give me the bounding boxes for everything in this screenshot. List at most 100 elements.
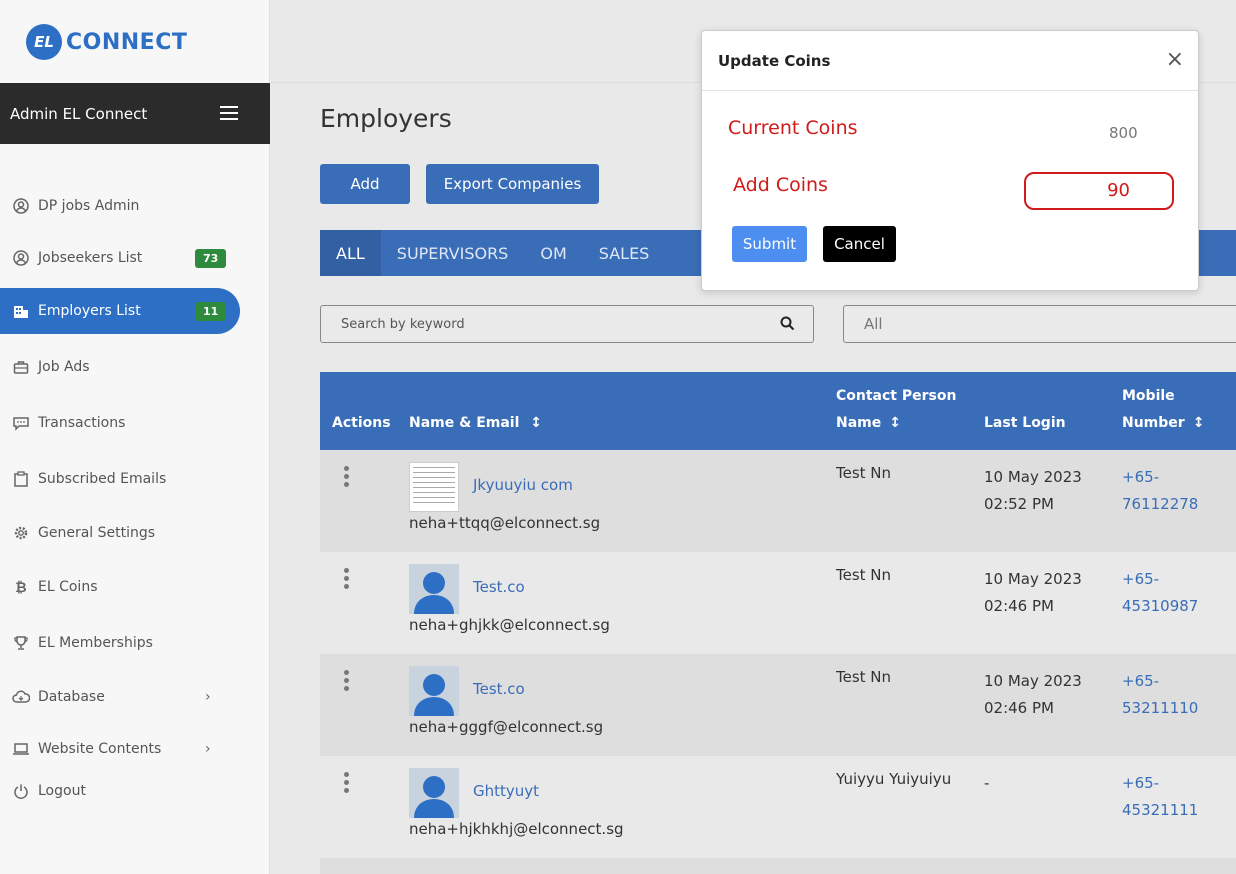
add-coins-label: Add Coins xyxy=(733,174,828,196)
table-row: Test.co neha+gggf@elconnect.sg Test Nn 1… xyxy=(320,654,1236,756)
sidebar-item-el-coins[interactable]: ₿ EL Coins xyxy=(0,564,240,610)
sidebar-item-label: Transactions xyxy=(38,415,126,431)
sidebar-item-label: Subscribed Emails xyxy=(38,471,167,487)
sidebar-item-jobseekers-list[interactable]: Jobseekers List 73 xyxy=(0,235,240,281)
search-input[interactable]: Search by keyword xyxy=(320,305,814,343)
header-name-email[interactable]: Name & Email ↕ xyxy=(409,410,542,437)
search-icon[interactable] xyxy=(780,316,795,331)
header-last-login: Last Login xyxy=(984,415,1066,431)
sidebar-item-label: Jobseekers List xyxy=(38,250,143,266)
admin-title: Admin EL Connect xyxy=(10,104,148,123)
sidebar-item-el-memberships[interactable]: EL Memberships xyxy=(0,620,240,666)
company-logo xyxy=(409,462,459,512)
filter-value: All xyxy=(864,315,883,333)
cancel-button[interactable]: Cancel xyxy=(823,226,896,262)
avatar xyxy=(409,666,459,716)
mobile-number-link[interactable]: +65- 76112278 xyxy=(1122,464,1198,518)
tab-om[interactable]: OM xyxy=(524,230,582,276)
close-icon[interactable]: × xyxy=(1166,49,1184,71)
table-row xyxy=(320,858,1236,874)
company-name-link[interactable]: Test.co xyxy=(473,680,525,698)
submit-button[interactable]: Submit xyxy=(732,226,807,262)
tab-supervisors[interactable]: SUPERVISORS xyxy=(381,230,525,276)
company-name-link[interactable]: Jkyuuyiu com xyxy=(473,476,573,494)
building-icon xyxy=(11,301,31,321)
user-circle-icon xyxy=(11,248,31,268)
filter-select[interactable]: All xyxy=(843,305,1236,343)
avatar xyxy=(409,564,459,614)
sidebar-item-logout[interactable]: Logout xyxy=(0,768,240,814)
laptop-icon xyxy=(11,739,31,759)
mobile-number-link[interactable]: +65- 45310987 xyxy=(1122,566,1198,620)
last-login: 10 May 2023 02:46 PM xyxy=(984,570,1082,615)
sidebar-item-employers-list[interactable]: Employers List 11 xyxy=(0,288,240,334)
tab-sales[interactable]: SALES xyxy=(583,230,666,276)
sidebar-item-label: EL Coins xyxy=(38,579,98,595)
company-email: neha+gggf@elconnect.sg xyxy=(409,718,604,736)
last-login: - xyxy=(984,774,990,792)
table-row: Test.co neha+ghjkk@elconnect.sg Test Nn … xyxy=(320,552,1236,654)
add-coins-input[interactable]: 90 xyxy=(1024,172,1174,210)
sidebar-item-label: Employers List xyxy=(38,303,141,319)
gear-icon xyxy=(11,523,31,543)
cloud-icon xyxy=(11,687,31,707)
header-contact-person[interactable]: Contact Person Name ↕ xyxy=(836,383,956,437)
update-coins-modal: Update Coins × Current Coins 800 Add Coi… xyxy=(701,30,1199,291)
tab-all[interactable]: ALL xyxy=(320,230,381,276)
trophy-icon xyxy=(11,633,31,653)
sidebar-item-transactions[interactable]: Transactions xyxy=(0,400,240,446)
power-icon xyxy=(11,781,31,801)
count-badge: 73 xyxy=(195,248,227,268)
table-row: Jkyuuyiu com neha+ttqq@elconnect.sg Test… xyxy=(320,450,1236,552)
sidebar-item-label: Job Ads xyxy=(38,359,90,375)
modal-title: Update Coins xyxy=(702,31,1198,91)
contact-person: Yuiyyu Yuiyuiyu xyxy=(836,770,952,788)
row-actions-menu-icon[interactable] xyxy=(344,568,350,592)
sidebar-item-subscribed-emails[interactable]: Subscribed Emails xyxy=(0,456,240,502)
sidebar-item-website-contents[interactable]: Website Contents › xyxy=(0,726,240,772)
logo-text: CONNECT xyxy=(66,29,188,55)
add-button[interactable]: Add xyxy=(320,164,410,204)
sidebar-item-label: Website Contents xyxy=(38,741,162,757)
row-actions-menu-icon[interactable] xyxy=(344,466,350,490)
sort-icon[interactable]: ↕ xyxy=(1193,415,1205,431)
sidebar-item-database[interactable]: Database › xyxy=(0,674,240,720)
contact-person: Test Nn xyxy=(836,566,892,584)
chevron-right-icon: › xyxy=(205,689,211,705)
avatar xyxy=(409,768,459,818)
company-name-link[interactable]: Ghttyuyt xyxy=(473,782,539,800)
page-title: Employers xyxy=(320,104,452,133)
brand-logo[interactable]: EL CONNECT xyxy=(26,24,187,60)
clipboard-icon xyxy=(11,469,31,489)
row-actions-menu-icon[interactable] xyxy=(344,670,350,694)
user-circle-icon xyxy=(11,196,31,216)
last-login: 10 May 2023 02:46 PM xyxy=(984,672,1082,717)
mobile-number-link[interactable]: +65- 53211110 xyxy=(1122,668,1198,722)
sidebar-item-label: General Settings xyxy=(38,525,156,541)
search-placeholder: Search by keyword xyxy=(341,316,465,332)
sidebar-item-job-ads[interactable]: Job Ads xyxy=(0,344,240,390)
header-mobile-number[interactable]: Mobile Number ↕ xyxy=(1122,383,1204,437)
company-email: neha+hjkhkhj@elconnect.sg xyxy=(409,820,624,838)
export-companies-button[interactable]: Export Companies xyxy=(426,164,599,204)
mobile-number-link[interactable]: +65- 45321111 xyxy=(1122,770,1198,824)
sidebar-item-dp-jobs-admin[interactable]: DP jobs Admin xyxy=(0,183,240,229)
chevron-right-icon: › xyxy=(205,741,211,757)
message-icon xyxy=(11,413,31,433)
count-badge: 11 xyxy=(195,301,227,321)
admin-header: Admin EL Connect xyxy=(0,83,270,144)
briefcase-icon xyxy=(11,357,31,377)
sort-icon[interactable]: ↕ xyxy=(889,415,901,431)
company-email: neha+ttqq@elconnect.sg xyxy=(409,514,601,532)
hamburger-menu-icon[interactable] xyxy=(220,106,238,120)
current-coins-label: Current Coins xyxy=(728,117,858,139)
sidebar-item-label: EL Memberships xyxy=(38,635,153,651)
logo-mark: EL xyxy=(26,24,62,60)
row-actions-menu-icon[interactable] xyxy=(344,772,350,796)
sidebar-item-general-settings[interactable]: General Settings xyxy=(0,510,240,556)
company-name-link[interactable]: Test.co xyxy=(473,578,525,596)
sidebar-item-label: Database xyxy=(38,689,105,705)
sidebar: EL CONNECT Admin EL Connect DP jobs Admi… xyxy=(0,0,270,874)
sidebar-item-label: Logout xyxy=(38,783,86,799)
sort-icon[interactable]: ↕ xyxy=(530,415,542,431)
